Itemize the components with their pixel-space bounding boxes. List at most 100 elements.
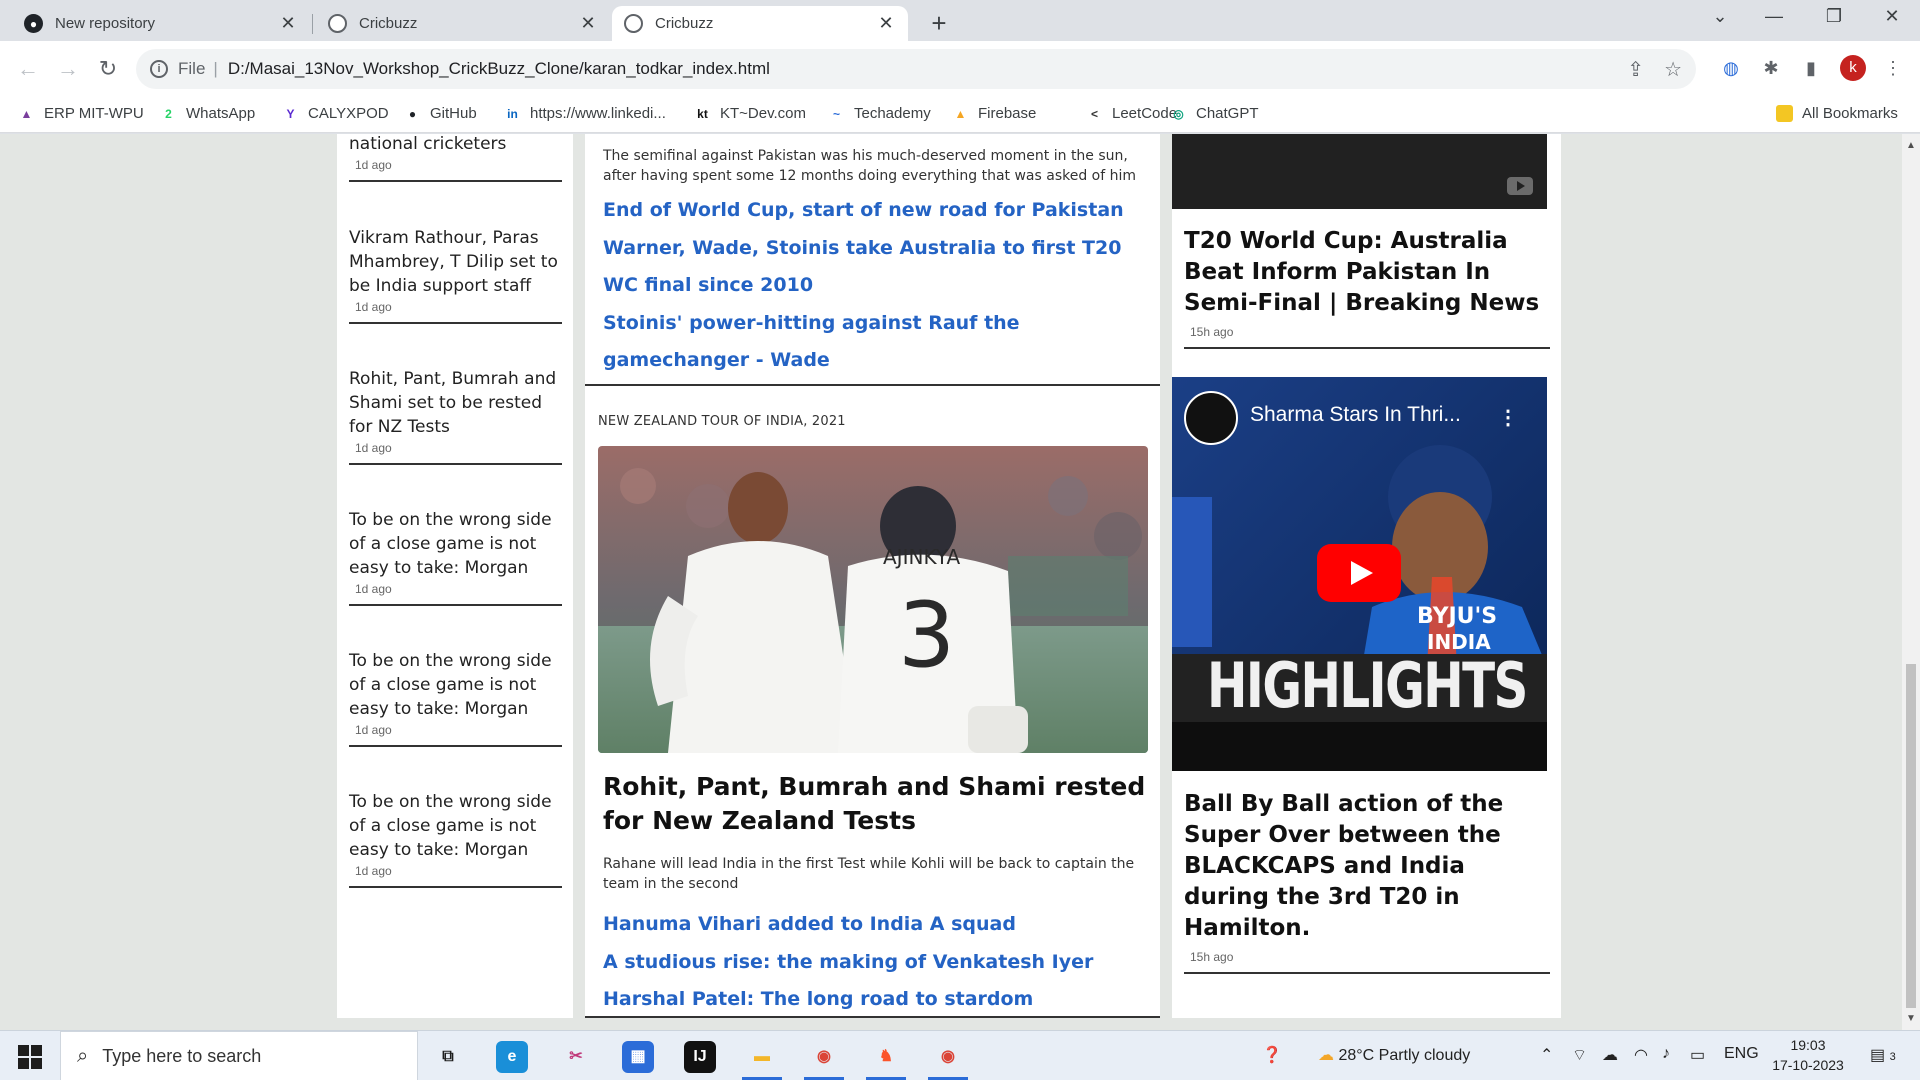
shield-extension-icon[interactable]: ◍ [1718,55,1744,81]
related-link[interactable]: Stoinis' power-hitting against Rauf the … [603,305,1143,380]
news-time: 1d ago [355,864,392,878]
windows-start-icon[interactable] [18,1045,42,1069]
network-icon[interactable]: ⌔ [1572,1045,1587,1065]
series-label[interactable]: NEW ZEALAND TOUR OF INDIA, 2021 [598,414,846,429]
scroll-down-arrow-icon[interactable]: ▼ [1906,1013,1916,1024]
related-link[interactable]: Hanuma Vihari added to India A squad [603,906,1143,944]
bookmark-item[interactable]: 2 WhatsApp [160,105,255,122]
reload-button[interactable]: ↻ [92,53,124,85]
news-item[interactable]: To be on the wrong side of a close game … [349,649,562,747]
all-bookmarks[interactable]: All Bookmarks [1776,105,1898,122]
forward-button[interactable]: → [52,53,84,85]
news-title[interactable]: To be on the wrong side of a close game … [349,649,562,721]
bookmark-item[interactable]: in https://www.linkedi... [504,105,666,122]
video-title[interactable]: T20 World Cup: Australia Beat Inform Pak… [1184,226,1550,319]
bookmark-item[interactable]: ▲ Firebase [952,105,1037,122]
bookmark-item[interactable]: ▲ ERP MIT-WPU [18,105,144,122]
page-scrollbar[interactable]: ▲ ▼ [1902,134,1920,1030]
story-headline[interactable]: Rohit, Pant, Bumrah and Shami rested for… [603,770,1148,838]
file-explorer-icon[interactable]: ▬ [746,1041,778,1073]
scroll-up-arrow-icon[interactable]: ▲ [1906,140,1916,151]
url-text[interactable]: D:/Masai_13Nov_Workshop_CrickBuzz_Clone/… [228,59,770,79]
language-indicator[interactable]: ENG [1724,1045,1759,1063]
news-item[interactable]: Rohit, Pant, Bumrah and Shami set to be … [349,367,562,465]
bookmark-item[interactable]: kt KT~Dev.com [694,105,806,122]
related-link[interactable]: Harshal Patel: The long road to stardom [603,981,1143,1019]
edge-icon[interactable]: e [496,1041,528,1073]
profile-avatar[interactable]: k [1840,55,1866,81]
news-item[interactable]: To be on the wrong side of a close game … [349,508,562,606]
related-link[interactable]: Warner, Wade, Stoinis take Australia to … [603,230,1143,305]
news-item[interactable]: To be on the wrong side of a close game … [349,790,562,888]
brave-icon[interactable]: ♞ [870,1041,902,1073]
latest-news-column: national cricketers 1d ago Vikram Rathou… [337,134,573,1018]
close-tab-icon[interactable]: ✕ [578,13,598,34]
news-title[interactable]: national cricketers [349,134,562,156]
share-icon[interactable]: ⇪ [1627,57,1644,82]
news-title[interactable]: Vikram Rathour, Paras Mhambrey, T Dilip … [349,226,562,298]
notification-center-icon[interactable]: ▤ 3 [1870,1045,1896,1065]
site-info-icon[interactable]: i [150,60,168,78]
news-item[interactable]: national cricketers 1d ago [349,134,562,182]
chrome-icon[interactable]: ◉ [808,1041,840,1073]
news-title[interactable]: Rohit, Pant, Bumrah and Shami set to be … [349,367,562,439]
bookmark-star-icon[interactable]: ☆ [1664,57,1682,82]
tab-cricbuzz-1[interactable]: Cricbuzz ✕ [316,6,610,41]
video-overlay-title[interactable]: Sharma Stars In Thri... [1250,403,1461,427]
address-bar[interactable]: i File | D:/Masai_13Nov_Workshop_CrickBu… [136,49,1696,89]
play-button-icon[interactable] [1317,544,1401,602]
chrome-profile-icon[interactable]: ◉ [932,1041,964,1073]
bookmark-label: ChatGPT [1196,105,1259,122]
video-menu-icon[interactable]: ⋮ [1498,405,1518,430]
jersey-number: 3 [898,583,955,688]
news-title[interactable]: To be on the wrong side of a close game … [349,790,562,862]
github-icon: ● [408,106,417,121]
tab-new-repository[interactable]: ● New repository ✕ [12,6,310,41]
volume-icon[interactable]: ♪ [1662,1045,1670,1063]
task-view-icon[interactable]: ⧉ [432,1041,464,1073]
side-panel-icon[interactable]: ▮ [1798,55,1824,81]
tab-title: Cricbuzz [655,15,714,32]
taskbar-search-box[interactable]: ⌕ Type here to search [60,1031,418,1080]
close-window-button[interactable]: ✕ [1872,6,1912,27]
bookmark-item[interactable]: ● GitHub [404,105,477,122]
tab-cricbuzz-active[interactable]: Cricbuzz ✕ [612,6,908,41]
tab-search-dropdown-icon[interactable]: ⌄ [1700,6,1740,27]
bookmark-item[interactable]: < LeetCode [1086,105,1177,122]
wifi-icon[interactable]: ◠ [1634,1045,1648,1065]
close-tab-icon[interactable]: ✕ [278,13,298,34]
news-item[interactable]: Vikram Rathour, Paras Mhambrey, T Dilip … [349,226,562,324]
help-icon[interactable]: ❓ [1262,1045,1282,1065]
scrollbar-thumb[interactable] [1906,664,1916,1008]
back-button[interactable]: ← [12,53,44,85]
intellij-icon[interactable]: IJ [684,1041,716,1073]
bookmark-item[interactable]: Y CALYXPOD [282,105,388,122]
extensions-puzzle-icon[interactable]: ✱ [1758,55,1784,81]
video-caption[interactable]: Ball By Ball action of the Super Over be… [1184,789,1550,944]
close-tab-icon[interactable]: ✕ [876,13,896,34]
related-link[interactable]: End of World Cup, start of new road for … [603,192,1143,230]
youtube-logo-icon[interactable] [1507,177,1533,195]
related-link[interactable]: A studious rise: the making of Venkatesh… [603,944,1143,982]
video-item[interactable]: Ball By Ball action of the Super Over be… [1184,789,1550,974]
show-hidden-icons-icon[interactable]: ⌃ [1540,1045,1553,1065]
system-clock[interactable]: 19:03 17-10-2023 [1768,1035,1848,1075]
battery-icon[interactable]: ▭ [1690,1045,1705,1065]
bookmark-item[interactable]: ~ Techademy [828,105,931,122]
store-icon[interactable]: ▦ [622,1041,654,1073]
video-player-2[interactable]: BYJU'S INDIA Sharma Stars In Thri... ⋮ H… [1172,377,1547,771]
browser-menu-icon[interactable]: ⋮ [1880,55,1906,81]
snipping-icon[interactable]: ✂ [560,1041,592,1073]
onedrive-icon[interactable]: ☁ [1602,1045,1618,1065]
story-subtext: Rahane will lead India in the first Test… [603,856,1135,892]
bookmark-item[interactable]: ◎ ChatGPT [1170,105,1259,122]
video-item[interactable]: T20 World Cup: Australia Beat Inform Pak… [1184,226,1550,349]
new-tab-button[interactable]: + [924,8,954,39]
weather-widget[interactable]: ☁ 28°C Partly cloudy [1318,1045,1470,1065]
video-player-1[interactable] [1172,134,1547,209]
channel-logo[interactable] [1184,391,1238,445]
minimize-button[interactable]: — [1754,6,1794,27]
story-image[interactable]: AJINKYA 3 [598,446,1148,753]
news-title[interactable]: To be on the wrong side of a close game … [349,508,562,580]
maximize-button[interactable]: ❐ [1814,6,1854,27]
